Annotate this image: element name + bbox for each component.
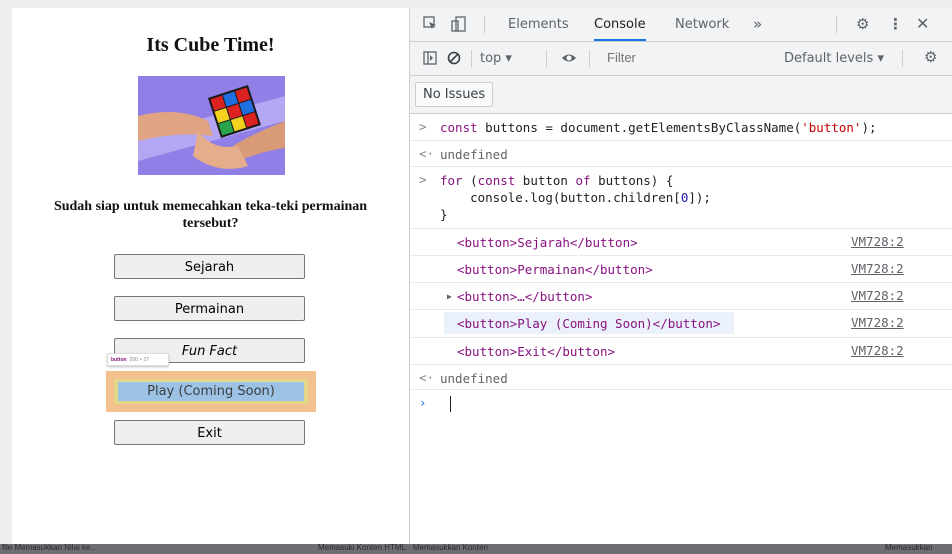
log-entry[interactable]: ▶ <button>…</button> VM728:2 (410, 283, 952, 310)
more-tabs-icon[interactable]: » (753, 8, 762, 41)
log-text[interactable]: <button>Permainan</button> (457, 261, 653, 278)
input-prompt-icon: > (419, 172, 427, 187)
play-coming-soon-button[interactable]: Play (Coming Soon) (118, 382, 304, 401)
log-text[interactable]: <button>Play (Coming Soon)</button> (457, 315, 720, 332)
filter-input[interactable] (600, 48, 760, 68)
context-selector[interactable]: top ▾ (480, 51, 512, 67)
log-entry[interactable]: <button>Play (Coming Soon)</button> VM72… (410, 310, 952, 338)
console-command-line-2: console.log(button.children[0]); (440, 190, 711, 205)
inspect-element-icon[interactable] (423, 16, 437, 35)
settings-gear-icon[interactable]: ⚙ (856, 16, 869, 32)
background-footer-strip: file Memasukkan Nilai ke... Memasuki Kon… (0, 544, 952, 554)
device-toolbar-icon[interactable] (451, 16, 467, 37)
log-entry[interactable]: <button>Permainan</button> VM728:2 (410, 256, 952, 283)
log-source-link[interactable]: VM728:2 (851, 315, 904, 330)
tab-console[interactable]: Console (594, 8, 646, 41)
tabbar-separator (484, 16, 485, 33)
expand-triangle-icon[interactable]: ▶ (447, 288, 452, 305)
console-settings-gear-icon[interactable]: ⚙ (924, 49, 937, 65)
log-levels-dropdown[interactable]: Default levels ▾ (784, 51, 884, 67)
console-command: for (const button of buttons) { (440, 173, 674, 188)
browser-window: Its Cube Time! Sudah siap untuk memecahk… (12, 8, 952, 544)
tabbar-separator (836, 16, 837, 33)
result-arrow-icon: <· (419, 370, 435, 385)
page-title: Its Cube Time! (146, 34, 275, 56)
console-command: const buttons = document.getElementsByCl… (440, 120, 877, 135)
console-prompt[interactable]: › (410, 390, 952, 418)
toolbar-separator (471, 50, 472, 67)
permainan-button[interactable]: Permainan (114, 296, 305, 321)
console-command-line-3: } (440, 207, 448, 222)
console-result-line: <· undefined (410, 365, 952, 390)
footer-text: Memasuki Konten HTML · Memasukkan Konten (318, 544, 488, 552)
footer-text: Memasukkan (885, 544, 933, 552)
toolbar-separator (589, 50, 590, 67)
close-icon[interactable]: ✕ (916, 16, 929, 32)
log-text[interactable]: <button>Exit</button> (457, 343, 615, 360)
tab-elements[interactable]: Elements (508, 8, 569, 41)
tooltip-size: 200 × 27 (129, 357, 150, 363)
log-entry[interactable]: <button>Sejarah</button> VM728:2 (410, 229, 952, 256)
console-output: > const buttons = document.getElementsBy… (410, 114, 952, 544)
log-source-link[interactable]: VM728:2 (851, 343, 904, 358)
devtools-panel: Elements Console Network » ⚙ ⋮ ✕ top ▾ F… (410, 8, 952, 544)
footer-text: file Memasukkan Nilai ke... (2, 544, 98, 552)
console-result: undefined (440, 371, 508, 386)
console-toolbar: top ▾ Default levels ▾ ⚙ (410, 42, 952, 76)
log-source-link[interactable]: VM728:2 (851, 261, 904, 276)
toolbar-separator (546, 50, 547, 67)
web-page: Its Cube Time! Sudah siap untuk memecahk… (12, 8, 409, 544)
toolbar-separator (902, 50, 903, 67)
devtools-tabbar: Elements Console Network » ⚙ ⋮ ✕ (410, 8, 952, 42)
result-arrow-icon: <· (419, 146, 435, 161)
issues-bar: No Issues (410, 76, 952, 114)
clear-console-icon[interactable] (447, 51, 461, 70)
text-caret (450, 396, 451, 412)
question-text: Sudah siap untuk memecahkan teka-teki pe… (53, 199, 368, 231)
rubiks-cube-image (138, 76, 285, 175)
kebab-menu-icon[interactable]: ⋮ (888, 16, 903, 32)
live-expression-eye-icon[interactable] (561, 51, 577, 70)
inspect-tooltip: button 200 × 27 (107, 353, 169, 366)
log-source-link[interactable]: VM728:2 (851, 234, 904, 249)
tooltip-tag: button (111, 357, 127, 363)
sidebar-toggle-icon[interactable] (423, 51, 437, 70)
console-result-line: <· undefined (410, 141, 952, 167)
no-issues-button[interactable]: No Issues (415, 82, 494, 107)
log-text[interactable]: <button>Sejarah</button> (457, 234, 638, 251)
log-entry[interactable]: <button>Exit</button> VM728:2 (410, 338, 952, 365)
console-input-line: > const buttons = document.getElementsBy… (410, 114, 952, 141)
prompt-chevron-icon: › (419, 395, 427, 410)
log-text[interactable]: <button>…</button> (457, 288, 592, 305)
input-prompt-icon: > (419, 119, 427, 134)
console-input-line: > for (const button of buttons) { consol… (410, 167, 952, 229)
exit-button[interactable]: Exit (114, 420, 305, 445)
tab-network[interactable]: Network (675, 8, 729, 41)
console-result: undefined (440, 147, 508, 162)
sejarah-button[interactable]: Sejarah (114, 254, 305, 279)
log-source-link[interactable]: VM728:2 (851, 288, 904, 303)
